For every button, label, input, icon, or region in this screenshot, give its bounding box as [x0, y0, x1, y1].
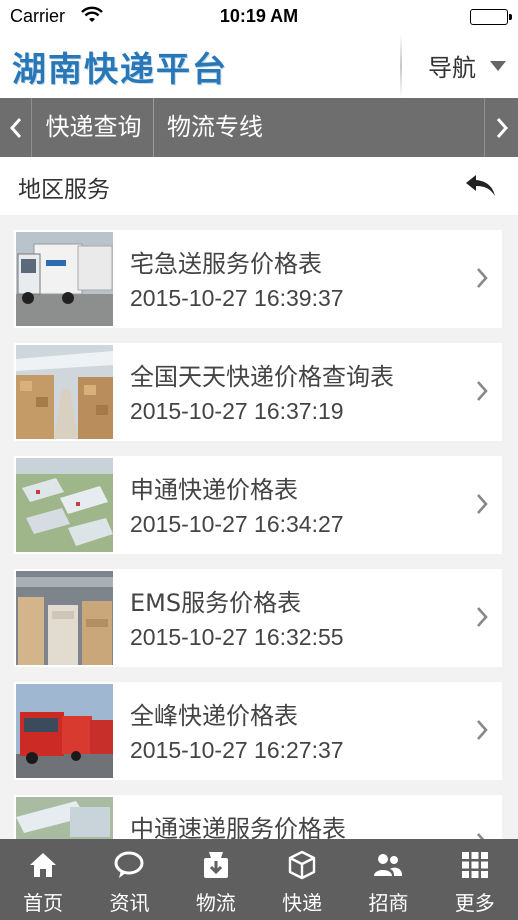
caret-down-icon — [490, 61, 506, 71]
section-header: 地区服务 — [0, 157, 518, 215]
bottom-nav-express[interactable]: 快递 — [259, 839, 345, 920]
cube-icon — [288, 850, 316, 880]
nav-menu-button[interactable]: 导航 — [404, 34, 518, 98]
bottom-nav-label: 资讯 — [109, 891, 150, 915]
list-item[interactable]: 全国天天快递价格查询表 2015-10-27 16:37:19 — [14, 343, 502, 441]
clock: 10:19 AM — [219, 6, 299, 26]
item-title: 全峰快递价格表 — [130, 702, 298, 730]
status-bar: Carrier 10:19 AM — [0, 0, 518, 34]
item-title: 申通快递价格表 — [130, 476, 298, 504]
battery-icon — [470, 9, 512, 25]
item-time: 2015-10-27 16:39:37 — [130, 285, 344, 311]
list-item[interactable]: 宅急送服务价格表 2015-10-27 16:39:37 — [14, 230, 502, 328]
list-item[interactable]: EMS服务价格表 2015-10-27 16:32:55 — [14, 569, 502, 667]
box-down-icon — [203, 852, 228, 878]
bottom-nav-more[interactable]: 更多 — [432, 839, 518, 920]
list-item[interactable]: 申通快递价格表 2015-10-27 16:34:27 — [14, 456, 502, 554]
back-arrow-icon — [466, 175, 495, 196]
people-icon — [374, 854, 403, 876]
parcel-stacks-photo — [16, 571, 113, 665]
brand-title: 湖南快递平台 — [12, 50, 228, 90]
bottom-nav-label: 首页 — [23, 891, 64, 915]
warehouse-photo — [16, 345, 113, 439]
chevron-right-icon — [476, 606, 488, 632]
tab-logistics-line[interactable]: 物流专线 — [155, 98, 275, 157]
bottom-nav-label: 更多 — [454, 891, 495, 915]
price-list: 宅急送服务价格表 2015-10-27 16:39:37 全国天天快递价格查询表… — [0, 215, 518, 839]
tabs-scroll-left-button[interactable] — [0, 98, 32, 157]
chevron-right-icon — [476, 493, 488, 519]
chevron-right-icon — [496, 117, 508, 138]
bottom-nav-label: 物流 — [195, 891, 236, 915]
trucks-photo — [16, 232, 113, 326]
header-divider — [400, 34, 402, 98]
bottom-nav-business[interactable]: 招商 — [345, 839, 431, 920]
tab-express-query[interactable]: 快递查询 — [34, 98, 154, 157]
item-title: 中通速递服务价格表 — [130, 815, 346, 839]
nav-menu-label: 导航 — [428, 54, 476, 82]
bottom-nav-label: 招商 — [368, 891, 409, 915]
category-tabbar: 快递查询 物流专线 — [0, 98, 518, 157]
chevron-right-icon — [476, 719, 488, 745]
item-time: 2015-10-27 16:32:55 — [130, 624, 344, 650]
section-title: 地区服务 — [18, 177, 110, 203]
list-item[interactable]: 全峰快递价格表 2015-10-27 16:27:37 — [14, 682, 502, 780]
aerial-buildings-photo — [16, 797, 113, 839]
red-trucks-photo — [16, 684, 113, 778]
app-header: 湖南快递平台 导航 — [0, 34, 518, 98]
chevron-left-icon — [9, 117, 21, 138]
tabs-scroll-right-button[interactable] — [484, 98, 518, 157]
list-item[interactable]: 中通速递服务价格表 — [14, 795, 502, 839]
chevron-right-icon — [476, 380, 488, 406]
bottom-nav-news[interactable]: 资讯 — [86, 839, 172, 920]
chat-bubble-icon — [114, 851, 144, 878]
item-title: 全国天天快递价格查询表 — [130, 363, 394, 391]
bottom-nav-home[interactable]: 首页 — [0, 839, 86, 920]
chevron-right-icon — [476, 267, 488, 293]
bottom-nav: 首页 资讯 物流 快递 招商 更多 — [0, 839, 518, 920]
bottom-nav-logistics[interactable]: 物流 — [173, 839, 259, 920]
back-button[interactable] — [464, 173, 498, 203]
home-icon — [30, 853, 57, 877]
item-time: 2015-10-27 16:37:19 — [130, 398, 344, 424]
grid-icon — [461, 852, 488, 878]
item-title: EMS服务价格表 — [130, 589, 302, 617]
chevron-right-icon — [476, 832, 488, 839]
bottom-nav-label: 快递 — [282, 891, 323, 915]
item-time: 2015-10-27 16:27:37 — [130, 737, 344, 763]
aerial-campus-photo — [16, 458, 113, 552]
item-title: 宅急送服务价格表 — [130, 250, 322, 278]
item-time: 2015-10-27 16:34:27 — [130, 511, 344, 537]
